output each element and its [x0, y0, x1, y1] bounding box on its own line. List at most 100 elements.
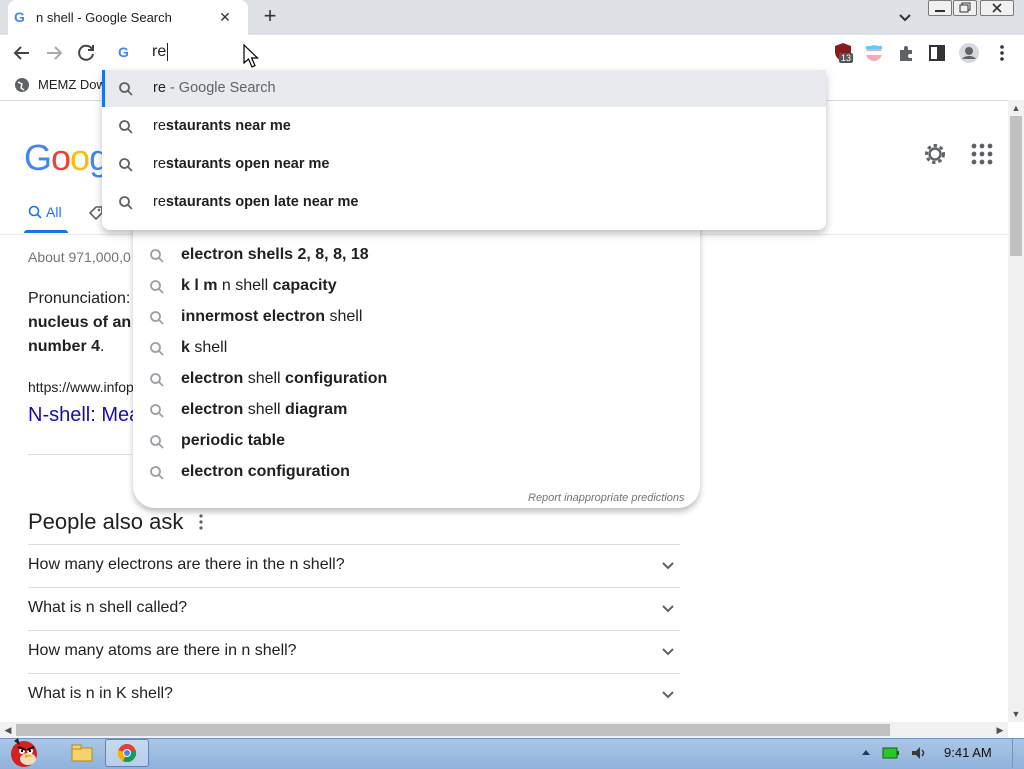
suggestion-text: shell	[189, 339, 228, 356]
omnibox-suggestion[interactable]: restaurants open near me	[102, 146, 826, 184]
address-bar-text[interactable]: re	[152, 43, 166, 61]
bookmark-memz[interactable]: MEMZ Dow	[38, 77, 106, 92]
suggestion-bold-text: electron shells 2, 8, 8, 18	[181, 246, 369, 263]
reload-icon[interactable]	[73, 40, 99, 66]
profile-avatar-icon[interactable]	[958, 42, 980, 64]
suggestion-completion: staurants near me	[165, 118, 291, 134]
taskbar-chrome-button[interactable]	[105, 739, 149, 767]
show-hidden-icons-icon[interactable]	[860, 746, 872, 758]
search-icon	[150, 435, 164, 449]
search-icon	[28, 205, 42, 219]
chrome-icon	[117, 744, 137, 763]
people-also-ask-title: People also ask	[28, 509, 184, 534]
vertical-scroll-thumb[interactable]	[1010, 116, 1022, 256]
search-icon	[119, 158, 133, 172]
chevron-down-icon[interactable]	[658, 642, 678, 662]
chevron-down-icon[interactable]	[658, 685, 678, 705]
battery-icon[interactable]	[882, 747, 900, 759]
autocomplete-suggestion[interactable]: electron shells 2, 8, 8, 18	[145, 241, 685, 272]
side-panel-icon[interactable]	[926, 42, 948, 64]
google-favicon-icon: G	[14, 9, 25, 25]
extension-shield-icon[interactable]: 13	[832, 42, 854, 64]
scroll-down-arrow-icon[interactable]: ▼	[1008, 706, 1024, 722]
autocomplete-suggestion[interactable]: electron shell diagram	[145, 396, 685, 427]
report-predictions-link[interactable]: Report inappropriate predictions	[528, 492, 685, 504]
explorer-folder-icon[interactable]	[68, 742, 96, 764]
paa-divider	[28, 673, 680, 674]
puzzle-extensions-icon[interactable]	[895, 42, 917, 64]
suggestion-completion: staurants open near me	[165, 156, 330, 172]
restore-button[interactable]	[953, 0, 977, 16]
suggestion-query: re	[153, 118, 166, 134]
new-tab-button[interactable]: +	[258, 5, 282, 29]
suggestion-bold-text: capacity	[272, 277, 337, 294]
suggestion-bold-text: innermost electron	[181, 308, 326, 325]
paa-question[interactable]: How many electrons are there in the n sh…	[28, 556, 345, 574]
close-tab-button[interactable]: ✕	[216, 8, 234, 26]
taskbar-clock[interactable]: 9:41 AM	[944, 745, 992, 760]
more-options-icon[interactable]	[194, 513, 208, 531]
search-icon	[119, 120, 133, 134]
mouse-cursor-icon	[243, 44, 259, 68]
suggestion-text: n shell	[217, 277, 273, 294]
scroll-up-arrow-icon[interactable]: ▲	[1008, 100, 1024, 116]
suggestion-suffix: - Google Search	[165, 80, 276, 96]
show-desktop-button[interactable]	[1012, 739, 1024, 768]
minimize-button[interactable]	[928, 0, 952, 16]
autocomplete-suggestion[interactable]: innermost electron shell	[145, 303, 685, 334]
suggestion-completion: staurants open late near me	[165, 194, 359, 210]
autocomplete-suggestion[interactable]: k l m n shell capacity	[145, 272, 685, 303]
paa-question[interactable]: What is n in K shell?	[28, 685, 173, 703]
address-bar[interactable]	[104, 35, 826, 70]
suggestion-bold-text: electron	[181, 370, 244, 387]
search-icon	[150, 249, 164, 263]
active-tab-indicator	[24, 230, 68, 233]
suggestion-bold-text: diagram	[285, 401, 348, 418]
menu-kebab-icon[interactable]	[992, 42, 1012, 64]
scroll-right-arrow-icon[interactable]: ▶	[992, 722, 1008, 738]
search-icon	[119, 196, 133, 210]
result-url[interactable]: https://www.infop	[28, 379, 134, 395]
snippet-bold-text: number 4	[28, 338, 101, 355]
tab-all[interactable]: All	[28, 204, 62, 220]
back-arrow-icon[interactable]	[9, 40, 35, 66]
result-title-link[interactable]: N-shell: Mea	[28, 404, 140, 427]
autocomplete-suggestion[interactable]: electron configuration	[145, 458, 685, 489]
snippet-line: number 4.	[28, 335, 104, 359]
paa-question[interactable]: How many atoms are there in n shell?	[28, 642, 297, 660]
suggestion-text: shell	[243, 370, 286, 387]
extension-badge: 13	[839, 53, 854, 63]
paa-divider	[28, 544, 680, 545]
apps-grid-icon[interactable]	[970, 142, 994, 166]
suggestion-bold-text: electron	[181, 401, 244, 418]
volume-icon[interactable]	[910, 745, 928, 761]
horizontal-scroll-thumb[interactable]	[16, 724, 890, 736]
suggestion-text: shell	[325, 308, 363, 325]
close-window-button[interactable]	[980, 0, 1014, 16]
suggestion-bold-text: k l m	[181, 277, 218, 294]
search-icon	[150, 311, 164, 325]
snippet-line: nucleus of an a	[28, 314, 145, 331]
paa-divider	[28, 630, 680, 631]
chevron-down-icon[interactable]	[658, 556, 678, 576]
autocomplete-suggestion[interactable]: k shell	[145, 334, 685, 365]
extension-flag-icon[interactable]	[863, 42, 885, 64]
suggestion-bold-text: electron configuration	[181, 463, 350, 480]
search-icon	[150, 373, 164, 387]
search-icon	[150, 466, 164, 480]
chevron-down-icon[interactable]	[658, 599, 678, 619]
suggestion-query: re	[153, 194, 166, 210]
autocomplete-suggestion[interactable]: electron shell configuration	[145, 365, 685, 396]
omnibox-suggestion-search[interactable]: re - Google Search	[102, 70, 826, 108]
start-button-angry-bird-icon[interactable]	[0, 733, 52, 768]
gear-icon[interactable]	[922, 141, 948, 167]
omnibox-suggestion[interactable]: restaurants near me	[102, 108, 826, 146]
forward-arrow-icon[interactable]	[41, 40, 67, 66]
autocomplete-suggestion[interactable]: periodic table	[145, 427, 685, 458]
omnibox-suggestion[interactable]: restaurants open late near me	[102, 184, 826, 222]
paa-question[interactable]: What is n shell called?	[28, 599, 187, 617]
search-icon	[119, 82, 133, 96]
result-stats: About 971,000,0	[28, 249, 131, 265]
tab-search-icon[interactable]	[894, 6, 916, 28]
suggestion-query: re	[153, 156, 166, 172]
